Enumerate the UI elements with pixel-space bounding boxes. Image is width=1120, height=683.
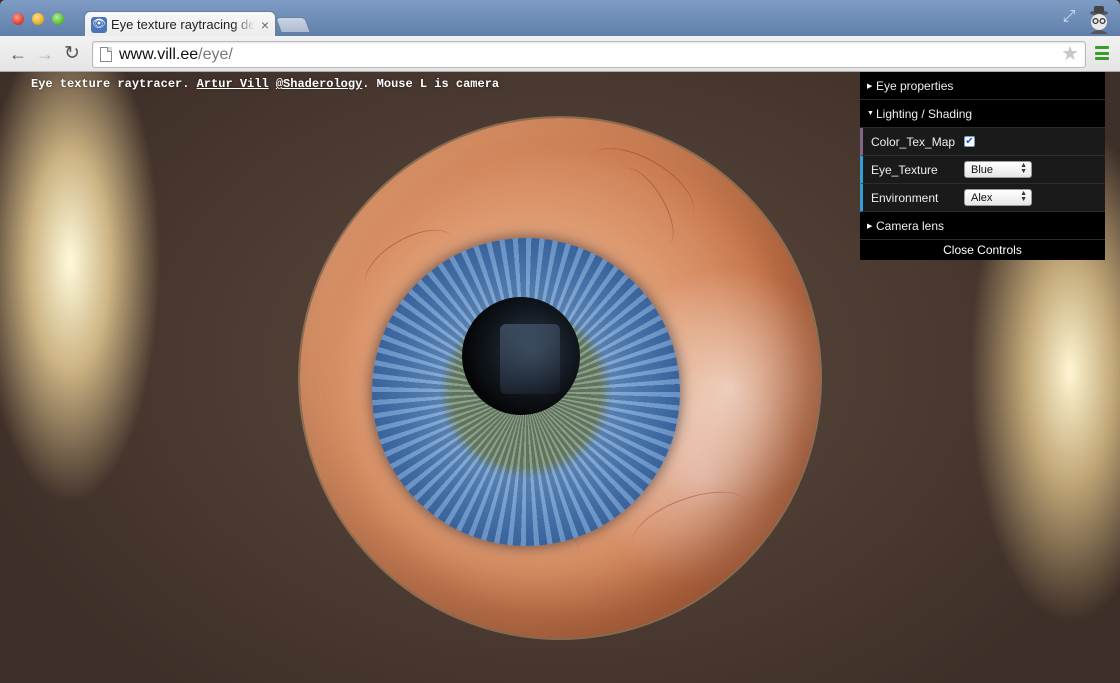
forward-icon[interactable]: → [35, 44, 55, 64]
tab-close-icon[interactable]: × [261, 18, 269, 32]
author-link[interactable]: Artur Vill [197, 77, 269, 91]
color-tex-map-checkbox[interactable]: ✔ [964, 136, 975, 147]
chrome-menu-icon[interactable] [1095, 46, 1109, 60]
folder-label: Lighting / Shading [876, 106, 973, 121]
browser-toolbar: ← → ↻ www.vill.ee/eye/ ★ [0, 36, 1120, 72]
eye-texture-value: Blue [971, 163, 994, 176]
url-text[interactable]: www.vill.ee/eye/ [119, 46, 233, 64]
environment-label: Environment [871, 190, 939, 205]
eye-texture-row: Eye_Texture Blue ▲ ▼ [860, 156, 1105, 184]
url-host: www.vill.ee [119, 46, 199, 63]
folder-label: Camera lens [876, 218, 945, 233]
incognito-icon [1090, 6, 1108, 34]
fullscreen-icon[interactable]: ⤢ [1060, 8, 1078, 26]
browser-titlebar: 👁 Eye texture raytracing demo × ⤢ [0, 0, 1120, 37]
tab-title: Eye texture raytracing demo [111, 17, 255, 32]
reload-icon[interactable]: ↻ [62, 44, 82, 64]
address-bar[interactable]: www.vill.ee/eye/ ★ [92, 41, 1086, 68]
minimize-window-button[interactable] [32, 13, 44, 25]
collapsed-arrow-icon: ▶ [867, 82, 873, 90]
environment-select[interactable]: Alex ▲ ▼ [964, 189, 1032, 206]
back-icon[interactable]: ← [8, 44, 28, 64]
pupil-reflection [500, 324, 560, 394]
intro-text: Eye texture raytracer. Artur Vill @Shade… [31, 77, 500, 91]
eye-favicon-icon: 👁 [91, 16, 107, 33]
select-arrows-icon: ▲ ▼ [1020, 190, 1027, 203]
page-icon [100, 47, 112, 62]
collapsed-arrow-icon: ▶ [867, 222, 873, 230]
tab-eye-texture[interactable]: 👁 Eye texture raytracing demo × [84, 11, 276, 37]
eye-texture-select[interactable]: Blue ▲ ▼ [964, 161, 1032, 178]
color-tex-map-row: Color_Tex_Map ✔ [860, 128, 1105, 156]
folder-label: Eye properties [876, 78, 954, 93]
twitter-link[interactable]: @Shaderology [276, 77, 362, 91]
folder-camera-lens[interactable]: ▶ Camera lens [860, 212, 1105, 240]
environment-row: Environment Alex ▲ ▼ [860, 184, 1105, 212]
select-arrows-icon: ▲ ▼ [1020, 162, 1027, 175]
controls-panel: ▶ Eye properties ▼ Lighting / Shading Co… [860, 72, 1105, 260]
folder-eye-properties[interactable]: ▶ Eye properties [860, 72, 1105, 100]
zoom-window-button[interactable] [52, 13, 64, 25]
eye-texture-label: Eye_Texture [871, 162, 938, 177]
expanded-arrow-icon: ▼ [867, 110, 874, 117]
close-window-button[interactable] [12, 13, 24, 25]
close-controls-button[interactable]: Close Controls [860, 240, 1105, 260]
environment-value: Alex [971, 191, 993, 204]
url-path: /eye/ [198, 46, 233, 63]
new-tab-button[interactable] [275, 17, 311, 33]
bookmark-star-icon[interactable]: ★ [1061, 44, 1079, 64]
color-tex-map-label: Color_Tex_Map [871, 134, 956, 149]
folder-lighting-shading[interactable]: ▼ Lighting / Shading [860, 100, 1105, 128]
